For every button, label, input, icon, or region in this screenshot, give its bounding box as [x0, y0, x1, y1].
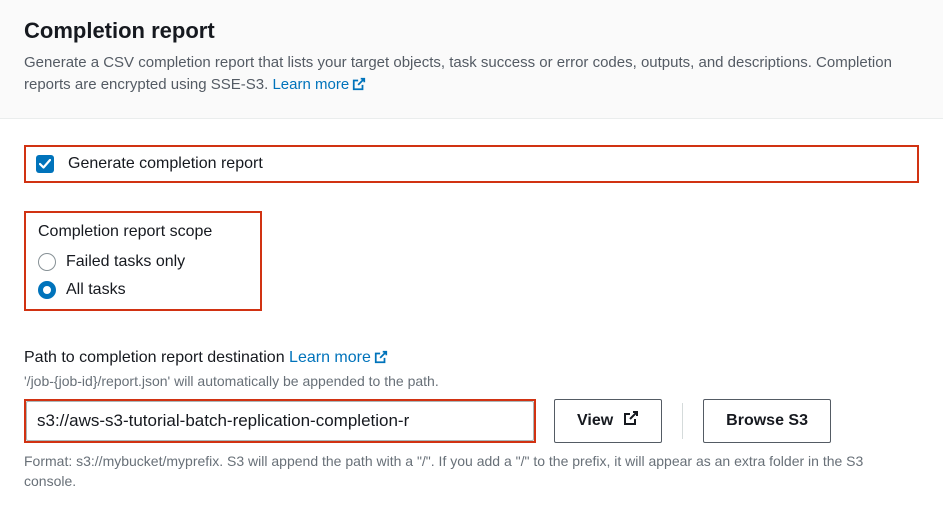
description-text: Generate a CSV completion report that li…: [24, 54, 892, 93]
section-title: Completion report: [24, 18, 919, 44]
path-learn-more-link[interactable]: Learn more: [289, 349, 388, 366]
radio-label-all: All tasks: [66, 281, 126, 299]
section-description: Generate a CSV completion report that li…: [24, 52, 919, 98]
completion-report-content: Generate completion report Completion re…: [0, 119, 943, 512]
learn-more-text: Learn more: [272, 76, 349, 93]
scope-section: Completion report scope Failed tasks onl…: [24, 211, 262, 311]
radio-button-failed[interactable]: [38, 253, 56, 271]
radio-label-failed: Failed tasks only: [66, 253, 185, 271]
radio-all-tasks[interactable]: All tasks: [38, 281, 212, 299]
button-divider: [682, 403, 683, 439]
generate-report-row: Generate completion report: [24, 145, 919, 183]
path-label: Path to completion report destination Le…: [24, 349, 919, 369]
scope-title: Completion report scope: [38, 223, 212, 241]
view-button-label: View: [577, 412, 613, 430]
external-link-icon: [623, 410, 639, 431]
browse-button-label: Browse S3: [726, 412, 808, 430]
generate-report-label: Generate completion report: [68, 155, 263, 173]
external-link-icon: [352, 76, 366, 98]
browse-s3-button[interactable]: Browse S3: [703, 399, 831, 443]
path-learn-more-text: Learn more: [289, 349, 371, 366]
generate-report-checkbox[interactable]: [36, 155, 54, 173]
radio-button-all[interactable]: [38, 281, 56, 299]
path-input[interactable]: [26, 401, 534, 441]
path-label-text: Path to completion report destination: [24, 349, 289, 366]
completion-report-header: Completion report Generate a CSV complet…: [0, 0, 943, 119]
path-input-highlight: [24, 399, 536, 443]
path-input-row: View Browse S3: [24, 399, 919, 443]
path-format-hint: Format: s3://mybucket/myprefix. S3 will …: [24, 451, 919, 492]
external-link-icon: [374, 350, 388, 369]
radio-failed-tasks[interactable]: Failed tasks only: [38, 253, 212, 271]
path-section: Path to completion report destination Le…: [24, 349, 919, 492]
view-button[interactable]: View: [554, 399, 662, 443]
path-append-hint: '/job-{job-id}/report.json' will automat…: [24, 373, 919, 389]
learn-more-link[interactable]: Learn more: [272, 76, 366, 93]
